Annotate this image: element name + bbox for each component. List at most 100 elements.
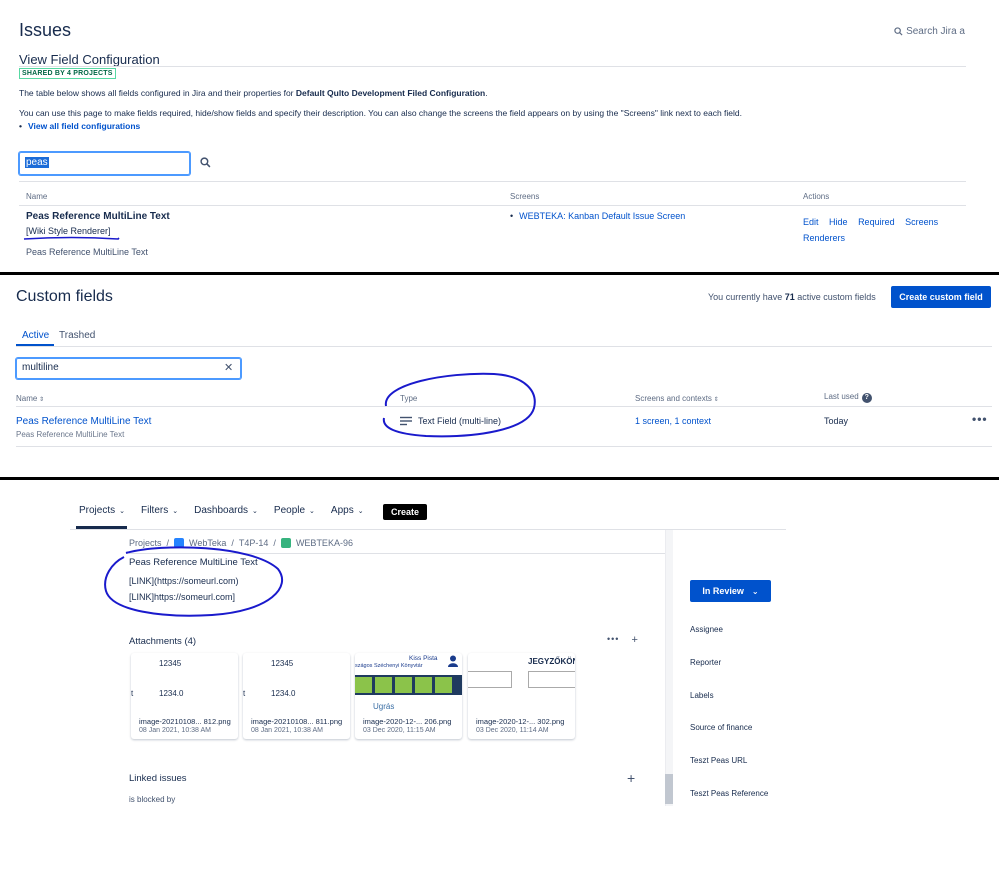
screens-contexts-link[interactable]: 1 screen, 1 context xyxy=(635,416,711,426)
more-icon[interactable]: ••• xyxy=(607,634,619,646)
attachment-tools: ••• + xyxy=(607,634,638,646)
column-name: Name ⇕ xyxy=(16,394,45,403)
action-renderers[interactable]: Renderers xyxy=(803,233,845,243)
pencil-icon xyxy=(415,677,432,693)
field-actions: Edit Hide Required Screens Renderers xyxy=(803,214,946,246)
action-edit[interactable]: Edit xyxy=(803,217,819,227)
attachments-title: Attachments (4) xyxy=(129,636,197,647)
custom-field-description: Peas Reference MultiLine Text xyxy=(16,430,125,439)
divider xyxy=(19,205,966,206)
link-type-label: is blocked by xyxy=(129,795,176,804)
attachment-card[interactable]: Kiss Pista szágos Széchenyi Könyvtár Ugr… xyxy=(355,653,462,739)
annotation-underline xyxy=(23,236,120,240)
nav-people[interactable]: People ⌄ xyxy=(274,505,315,516)
help-icon[interactable]: ? xyxy=(861,392,872,403)
active-tab-indicator xyxy=(16,344,54,346)
chevron-down-icon: ⌄ xyxy=(751,586,759,596)
sidebar-label-labels: Labels xyxy=(690,691,714,700)
attachment-name: image-20210108... 812.png xyxy=(139,717,231,726)
column-last-used: Last used? xyxy=(824,392,872,403)
attachment-thumbnail: 12345 t 1234.0 xyxy=(131,659,184,698)
attachment-thumbnail: JEGYZŐKÖNY xyxy=(468,653,575,711)
divider xyxy=(16,446,992,447)
toolbar-icons xyxy=(355,677,452,693)
attachment-card[interactable]: 12345 t 1234.0 image-20210108... 812.png… xyxy=(131,653,238,739)
sort-icon[interactable]: ⇕ xyxy=(37,397,44,403)
attachment-card[interactable]: 12345 t 1234.0 image-20210108... 811.png… xyxy=(243,653,350,739)
add-link-icon[interactable]: + xyxy=(627,770,635,786)
sidebar-label-teszt-peas-url: Teszt Peas URL xyxy=(690,756,748,765)
tab-trashed[interactable]: Trashed xyxy=(59,330,95,341)
chevron-down-icon: ⌄ xyxy=(309,507,315,515)
status-button[interactable]: In Review ⌄ xyxy=(690,580,771,602)
field-screen-item: • WEBTEKA: Kanban Default Issue Screen xyxy=(510,211,685,221)
sidebar-label-reporter: Reporter xyxy=(690,658,722,667)
nav-filters[interactable]: Filters ⌄ xyxy=(141,505,178,516)
divider xyxy=(19,181,966,182)
help-text: You can use this page to make fields req… xyxy=(19,108,743,118)
action-required[interactable]: Required xyxy=(858,217,895,227)
bullet: • xyxy=(510,211,514,221)
scrollbar-thumb[interactable] xyxy=(665,774,673,804)
attachment-name: image-2020-12-... 302.png xyxy=(476,717,565,726)
attachment-thumbnail: 12345 t 1234.0 xyxy=(243,659,296,698)
more-actions-icon[interactable]: ••• xyxy=(972,412,988,426)
action-hide[interactable]: Hide xyxy=(829,217,848,227)
column-name: Name xyxy=(26,192,48,201)
last-used-value: Today xyxy=(824,416,849,426)
sidebar-label-teszt-peas-reference: Teszt Peas Reference xyxy=(690,789,769,798)
attachment-card[interactable]: JEGYZŐKÖNY image-2020-12-... 302.png 03 … xyxy=(468,653,575,739)
custom-field-count: You currently have 71 active custom fiel… xyxy=(708,292,876,302)
breadcrumb-issue[interactable]: WEBTEKA-96 xyxy=(296,538,353,548)
column-screens-contexts: Screens and contexts ⇕ xyxy=(635,394,719,403)
create-custom-field-button[interactable]: Create custom field xyxy=(891,286,991,308)
annotation-circle xyxy=(104,546,284,617)
edit-icon xyxy=(355,677,372,693)
search-icon xyxy=(894,27,903,36)
field-configuration-panel: Issues Search Jira a View Field Configur… xyxy=(0,0,999,272)
attachment-date: 08 Jan 2021, 10:38 AM xyxy=(139,727,211,734)
nav-dashboards[interactable]: Dashboards ⌄ xyxy=(194,505,258,516)
nav-apps[interactable]: Apps ⌄ xyxy=(331,505,364,516)
column-screens: Screens xyxy=(510,192,540,201)
jira-search[interactable]: Search Jira a xyxy=(894,26,965,37)
action-screens[interactable]: Screens xyxy=(905,217,938,227)
document-icon xyxy=(395,677,412,693)
field-search-input[interactable]: peas xyxy=(19,152,190,175)
bullet: • xyxy=(19,121,22,131)
chevron-down-icon: ⌄ xyxy=(119,507,125,515)
tab-active[interactable]: Active xyxy=(22,330,49,341)
user-icon xyxy=(448,655,458,667)
sidebar-label-assignee: Assignee xyxy=(690,625,723,634)
section-subtitle: View Field Configuration xyxy=(19,52,160,67)
create-button[interactable]: Create xyxy=(383,504,427,520)
clear-icon[interactable]: ✕ xyxy=(224,361,233,374)
view-all-link[interactable]: View all field configurations xyxy=(28,121,140,131)
divider xyxy=(19,66,966,67)
screenshot-separator xyxy=(0,477,999,480)
nav-projects[interactable]: Projects ⌄ xyxy=(79,505,125,516)
attachment-date: 03 Dec 2020, 11:15 AM xyxy=(363,727,436,734)
scrollbar[interactable] xyxy=(665,530,673,806)
add-attachment-icon[interactable]: + xyxy=(631,634,637,646)
clipboard-icon xyxy=(375,677,392,693)
view-all-item: • View all field configurations xyxy=(19,121,140,131)
screen-link[interactable]: WEBTEKA: Kanban Default Issue Screen xyxy=(519,211,685,221)
custom-field-search-input[interactable]: multiline xyxy=(16,358,241,379)
custom-field-name-link[interactable]: Peas Reference MultiLine Text xyxy=(16,416,151,427)
lock-icon xyxy=(435,677,452,693)
config-name: Default Qulto Development Filed Configur… xyxy=(295,88,486,98)
search-icon[interactable] xyxy=(200,157,211,168)
page-title: Custom fields xyxy=(16,288,113,305)
screenshot-separator xyxy=(0,272,999,275)
attachment-date: 08 Jan 2021, 10:38 AM xyxy=(251,727,323,734)
chevron-down-icon: ⌄ xyxy=(252,507,258,515)
divider xyxy=(16,346,992,347)
linked-issues-title: Linked issues xyxy=(129,773,187,784)
field-description: Peas Reference MultiLine Text xyxy=(26,247,148,257)
chevron-down-icon: ⌄ xyxy=(357,507,364,515)
sort-icon[interactable]: ⇕ xyxy=(712,397,719,403)
description-text: The table below shows all fields configu… xyxy=(19,88,488,98)
column-actions: Actions xyxy=(803,192,830,201)
chevron-down-icon: ⌄ xyxy=(172,507,179,515)
